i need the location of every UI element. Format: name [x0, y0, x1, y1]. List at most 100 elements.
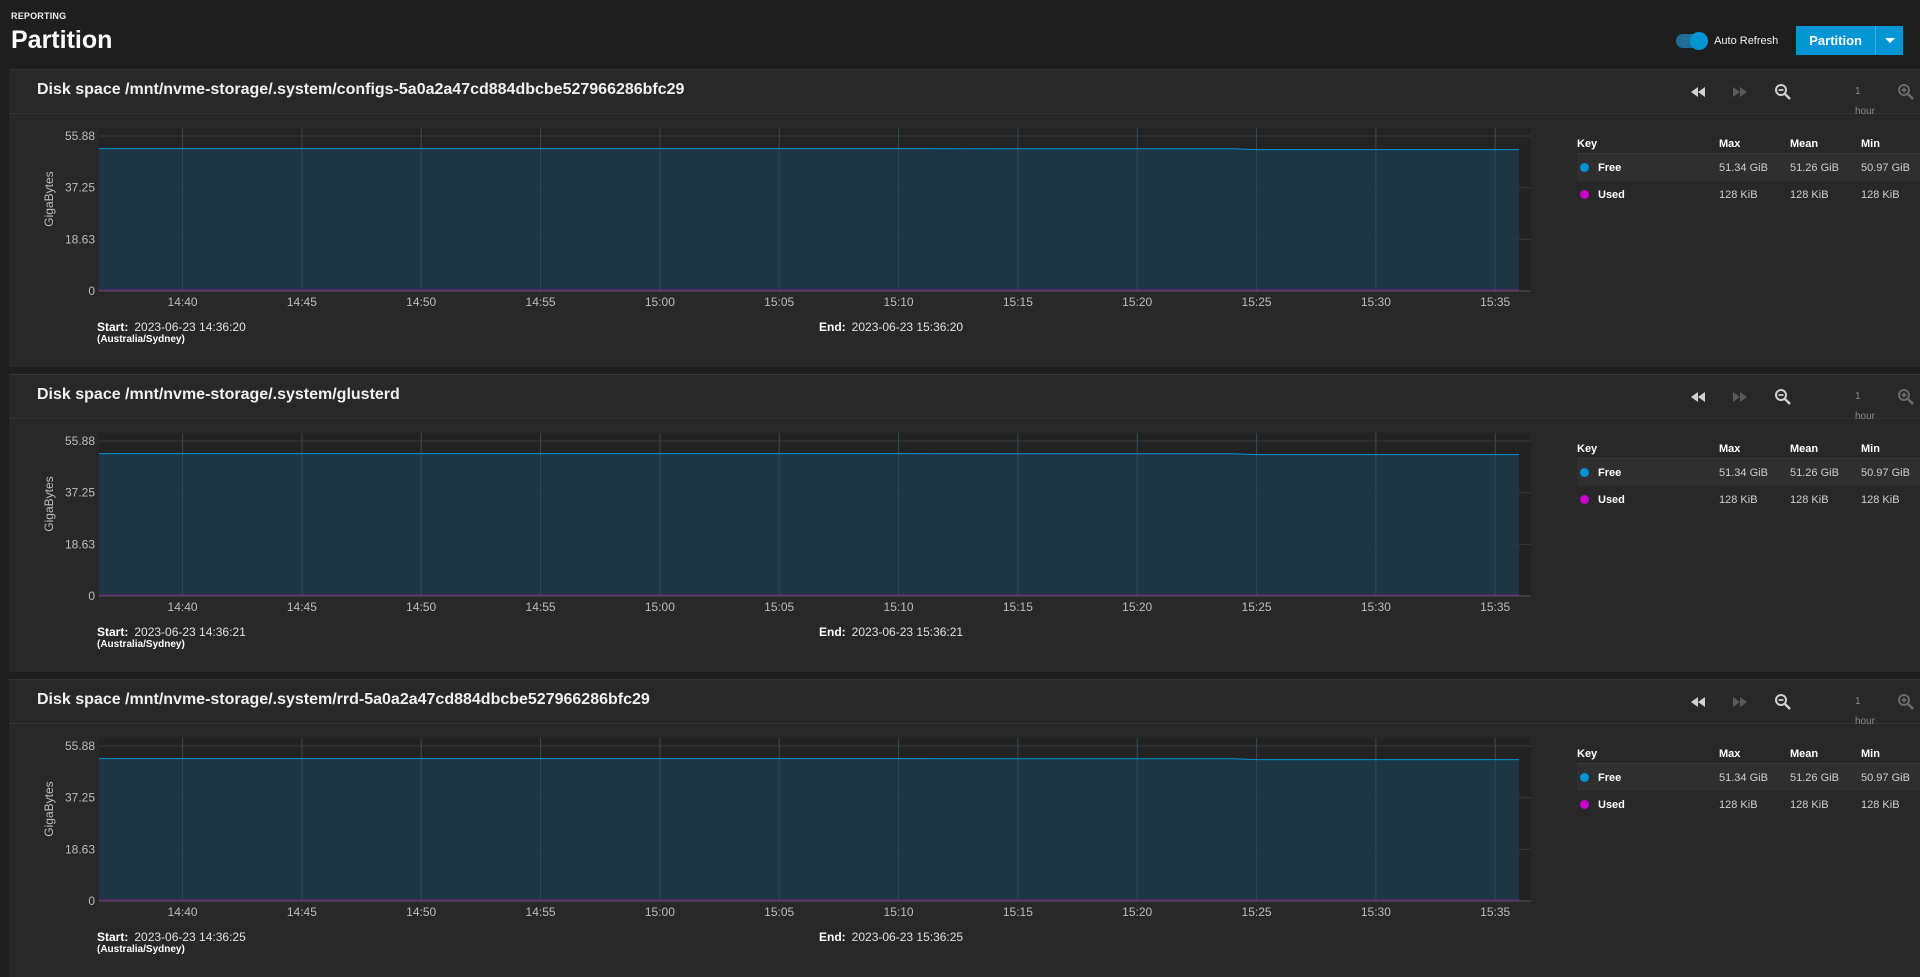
y-tick-label: 0 [88, 589, 95, 603]
legend-row-used[interactable]: Used 128 KiB 128 KiB 128 KiB [1577, 181, 1920, 208]
x-tick-label: 14:45 [287, 905, 317, 919]
legend-row-free[interactable]: Free 51.34 GiB 51.26 GiB 50.97 GiB [1577, 459, 1920, 486]
toggle-knob [1690, 31, 1709, 50]
zoom-out-button[interactable] [1773, 387, 1793, 407]
y-axis-label: GigaBytes [42, 781, 56, 837]
legend-min: 128 KiB [1861, 493, 1900, 506]
time-range-label: 1 hour [1854, 86, 1875, 117]
x-tick-label: 15:30 [1361, 600, 1391, 614]
legend-swatch [1580, 190, 1589, 199]
chevron-down-icon [1884, 38, 1895, 43]
rewind-button[interactable] [1688, 82, 1708, 102]
fast-forward-button[interactable] [1730, 82, 1750, 102]
legend-min: 50.97 GiB [1861, 771, 1910, 784]
zoom-in-button[interactable] [1896, 82, 1916, 102]
zoom-out-button[interactable] [1773, 692, 1793, 712]
legend-key: Used [1577, 189, 1719, 201]
zoom-in-button[interactable] [1896, 387, 1916, 407]
legend-header: Key Max Mean Min [1577, 134, 1920, 154]
y-tick-label: 55.88 [65, 129, 95, 143]
auto-refresh-toggle[interactable] [1676, 31, 1709, 50]
free-series-area [99, 758, 1520, 901]
start-time: Start: 2023-06-23 14:36:21 [97, 625, 246, 639]
legend-header-mean: Mean [1790, 442, 1819, 455]
legend-key: Free [1577, 162, 1719, 174]
legend-row-used[interactable]: Used 128 KiB 128 KiB 128 KiB [1577, 791, 1920, 818]
zoom-out-icon [1775, 389, 1791, 405]
x-tick-label: 15:00 [645, 905, 675, 919]
x-tick-label: 14:45 [287, 295, 317, 309]
x-tick-label: 15:35 [1480, 295, 1510, 309]
legend: Key Max Mean Min Free 51.34 GiB 51.26 GiB 50.97… [1577, 134, 1920, 208]
x-tick-label: 14:40 [168, 600, 198, 614]
chart: 0 18.63 37.25 55.88 14:40 14:45 14:50 14:55 15:0… [9, 724, 1549, 924]
x-tick-label: 15:15 [1003, 905, 1033, 919]
rewind-button[interactable] [1688, 387, 1708, 407]
legend-swatch [1580, 495, 1589, 504]
end-label: End: [819, 320, 846, 334]
legend-max: 128 KiB [1719, 493, 1758, 506]
x-tick-label: 15:20 [1122, 905, 1152, 919]
rewind-icon [1691, 87, 1705, 97]
x-tick-label: 14:40 [168, 295, 198, 309]
x-tick-label: 15:00 [645, 295, 675, 309]
legend-header-key: Key [1577, 747, 1598, 760]
x-tick-label: 14:55 [526, 295, 556, 309]
zoom-in-icon [1898, 694, 1914, 710]
x-tick-label: 15:25 [1242, 905, 1272, 919]
breadcrumb: REPORTING [11, 11, 67, 21]
legend-series-name: Used [1598, 493, 1625, 506]
fast-forward-icon [1733, 697, 1747, 707]
timezone: (Australia/Sydney) [97, 944, 185, 955]
y-tick-label: 18.63 [65, 232, 95, 246]
fast-forward-button[interactable] [1730, 692, 1750, 712]
zoom-in-icon [1898, 84, 1914, 100]
rewind-icon [1691, 697, 1705, 707]
y-tick-label: 37.25 [65, 181, 95, 195]
x-tick-label: 14:45 [287, 600, 317, 614]
report-card: Disk space /mnt/nvme-storage/.system/con… [9, 69, 1920, 367]
legend-series-name: Free [1598, 161, 1622, 174]
start-value: 2023-06-23 14:36:21 [134, 625, 246, 639]
y-tick-label: 0 [88, 284, 95, 298]
legend-max: 51.34 GiB [1719, 771, 1768, 784]
legend-row-free[interactable]: Free 51.34 GiB 51.26 GiB 50.97 GiB [1577, 154, 1920, 181]
fast-forward-button[interactable] [1730, 387, 1750, 407]
x-tick-label: 14:55 [526, 905, 556, 919]
x-tick-label: 15:25 [1242, 600, 1272, 614]
start-label: Start: [97, 320, 129, 334]
legend-header-key: Key [1577, 442, 1598, 455]
legend-mean: 128 KiB [1790, 798, 1829, 811]
x-tick-label: 15:05 [764, 905, 794, 919]
y-tick-label: 18.63 [65, 537, 95, 551]
partition-button[interactable]: Partition [1796, 26, 1875, 55]
x-tick-label: 14:40 [168, 905, 198, 919]
start-label: Start: [97, 625, 129, 639]
zoom-out-button[interactable] [1773, 82, 1793, 102]
chart: 0 18.63 37.25 55.88 14:40 14:45 14:50 14:55 15:0… [9, 419, 1549, 619]
zoom-in-icon [1898, 389, 1914, 405]
zoom-out-icon [1775, 694, 1791, 710]
free-series-area [99, 148, 1520, 291]
rewind-button[interactable] [1688, 692, 1708, 712]
legend-row-free[interactable]: Free 51.34 GiB 51.26 GiB 50.97 GiB [1577, 764, 1920, 791]
end-value: 2023-06-23 15:36:20 [851, 320, 964, 334]
y-tick-label: 55.88 [65, 434, 95, 448]
x-tick-label: 15:10 [884, 295, 914, 309]
x-tick-label: 14:55 [526, 600, 556, 614]
legend-row-used[interactable]: Used 128 KiB 128 KiB 128 KiB [1577, 486, 1920, 513]
legend-mean: 51.26 GiB [1790, 771, 1839, 784]
time-range-label: 1 hour [1854, 696, 1875, 727]
legend-mean: 51.26 GiB [1790, 161, 1839, 174]
x-tick-label: 15:05 [764, 600, 794, 614]
disk-space-chart: 0 18.63 37.25 55.88 14:40 14:45 14:50 14:55 15:0… [65, 128, 1531, 309]
disk-space-chart: 0 18.63 37.25 55.88 14:40 14:45 14:50 14:55 15:0… [65, 738, 1531, 919]
timezone: (Australia/Sydney) [97, 334, 185, 345]
x-tick-label: 15:00 [645, 600, 675, 614]
free-series-area [99, 453, 1520, 596]
report-card: Disk space /mnt/nvme-storage/.system/glu… [9, 374, 1920, 672]
partition-menu-toggle[interactable] [1875, 26, 1903, 55]
zoom-in-button[interactable] [1896, 692, 1916, 712]
start-time: Start: 2023-06-23 14:36:25 [97, 930, 246, 944]
legend-header: Key Max Mean Min [1577, 744, 1920, 764]
